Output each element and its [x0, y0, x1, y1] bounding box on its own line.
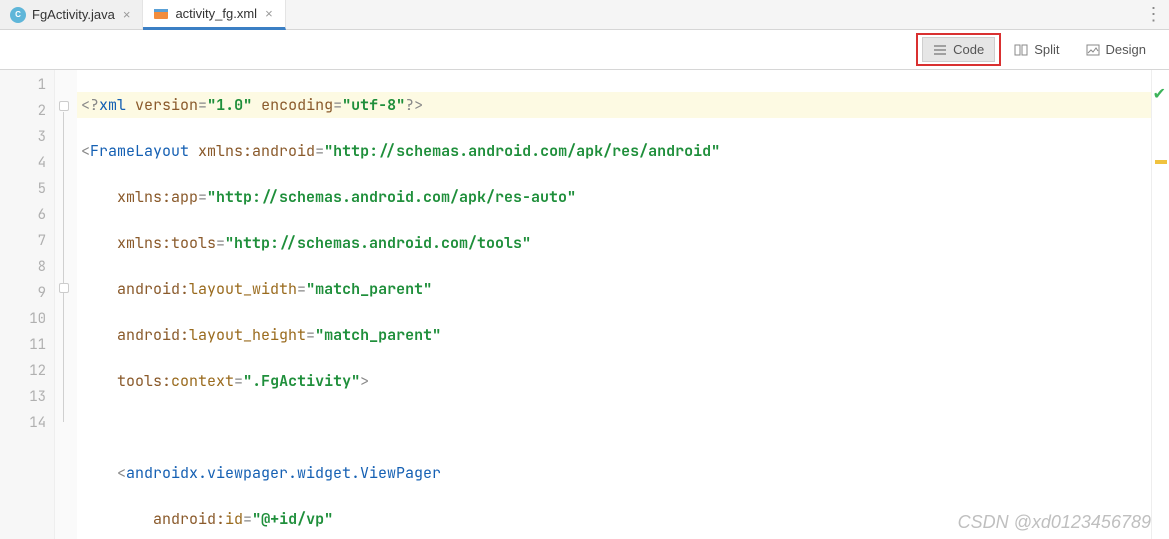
line-number: 2 C [0, 98, 54, 124]
code-line: <androidx.viewpager.widget.ViewPager [77, 460, 1151, 486]
line-number: 5 [0, 176, 54, 202]
xml-file-icon [153, 6, 169, 22]
split-icon [1014, 43, 1028, 57]
close-icon[interactable]: × [263, 6, 275, 21]
tab-bar: C FgActivity.java × activity_fg.xml × ⋮ [0, 0, 1169, 30]
line-number: 7 [0, 228, 54, 254]
code-line [77, 414, 1151, 440]
checkmark-icon: ✔ [1153, 84, 1166, 104]
line-number: 14 [0, 410, 54, 436]
code-line: android:layout_height="match_parent" [77, 322, 1151, 348]
line-number-gutter: 1 2 C 3 4 5 6 7 8 9 10 11 12 13 14 [0, 70, 55, 539]
tab-fgactivity-java[interactable]: C FgActivity.java × [0, 0, 143, 29]
tab-activity-fg-xml[interactable]: activity_fg.xml × [143, 0, 285, 30]
tab-label: activity_fg.xml [175, 6, 257, 21]
tab-label: FgActivity.java [32, 7, 115, 22]
code-mode-highlight: Code [916, 33, 1001, 66]
more-menu-icon[interactable]: ⋮ [1139, 4, 1169, 25]
line-number: 9 [0, 280, 54, 306]
line-number: 11 [0, 332, 54, 358]
code-editor[interactable]: <?xml version="1.0" encoding="utf-8"?> <… [77, 70, 1151, 539]
design-mode-button[interactable]: Design [1075, 37, 1157, 62]
fold-guide [63, 112, 64, 422]
code-line: tools:context=".FgActivity"> [77, 368, 1151, 394]
code-line: xmlns:app="http://schemas.android.com/ap… [77, 184, 1151, 210]
fold-column [55, 70, 77, 539]
code-mode-button[interactable]: Code [922, 37, 995, 62]
line-number: 4 [0, 150, 54, 176]
tab-list: C FgActivity.java × activity_fg.xml × [0, 0, 286, 29]
mode-label: Design [1106, 42, 1146, 57]
editor-root: C FgActivity.java × activity_fg.xml × ⋮ … [0, 0, 1169, 539]
inspection-strip[interactable]: ✔ [1151, 70, 1169, 539]
line-number: 13 [0, 384, 54, 410]
split-mode-button[interactable]: Split [1003, 37, 1070, 62]
line-number: 12 [0, 358, 54, 384]
java-file-icon: C [10, 7, 26, 23]
warning-marker-icon[interactable] [1155, 160, 1167, 164]
code-area: 1 2 C 3 4 5 6 7 8 9 10 11 12 13 14 <?xml… [0, 70, 1169, 539]
fold-toggle-icon[interactable] [59, 101, 69, 111]
mode-label: Code [953, 42, 984, 57]
code-line: android:layout_width="match_parent" [77, 276, 1151, 302]
design-icon [1086, 43, 1100, 57]
line-number: 6 [0, 202, 54, 228]
close-icon[interactable]: × [121, 7, 133, 22]
code-line: android:id="@+id/vp" [77, 506, 1151, 532]
line-number: 3 [0, 124, 54, 150]
line-number: 1 [0, 72, 54, 98]
view-mode-bar: Code Split Design [0, 30, 1169, 70]
line-number: 10 [0, 306, 54, 332]
line-number: 8 [0, 254, 54, 280]
code-line: xmlns:tools="http://schemas.android.com/… [77, 230, 1151, 256]
code-line: <FrameLayout xmlns:android="http://schem… [77, 138, 1151, 164]
code-line: <?xml version="1.0" encoding="utf-8"?> [77, 92, 1151, 118]
mode-label: Split [1034, 42, 1059, 57]
code-lines-icon [933, 43, 947, 57]
fold-toggle-icon[interactable] [59, 283, 69, 293]
